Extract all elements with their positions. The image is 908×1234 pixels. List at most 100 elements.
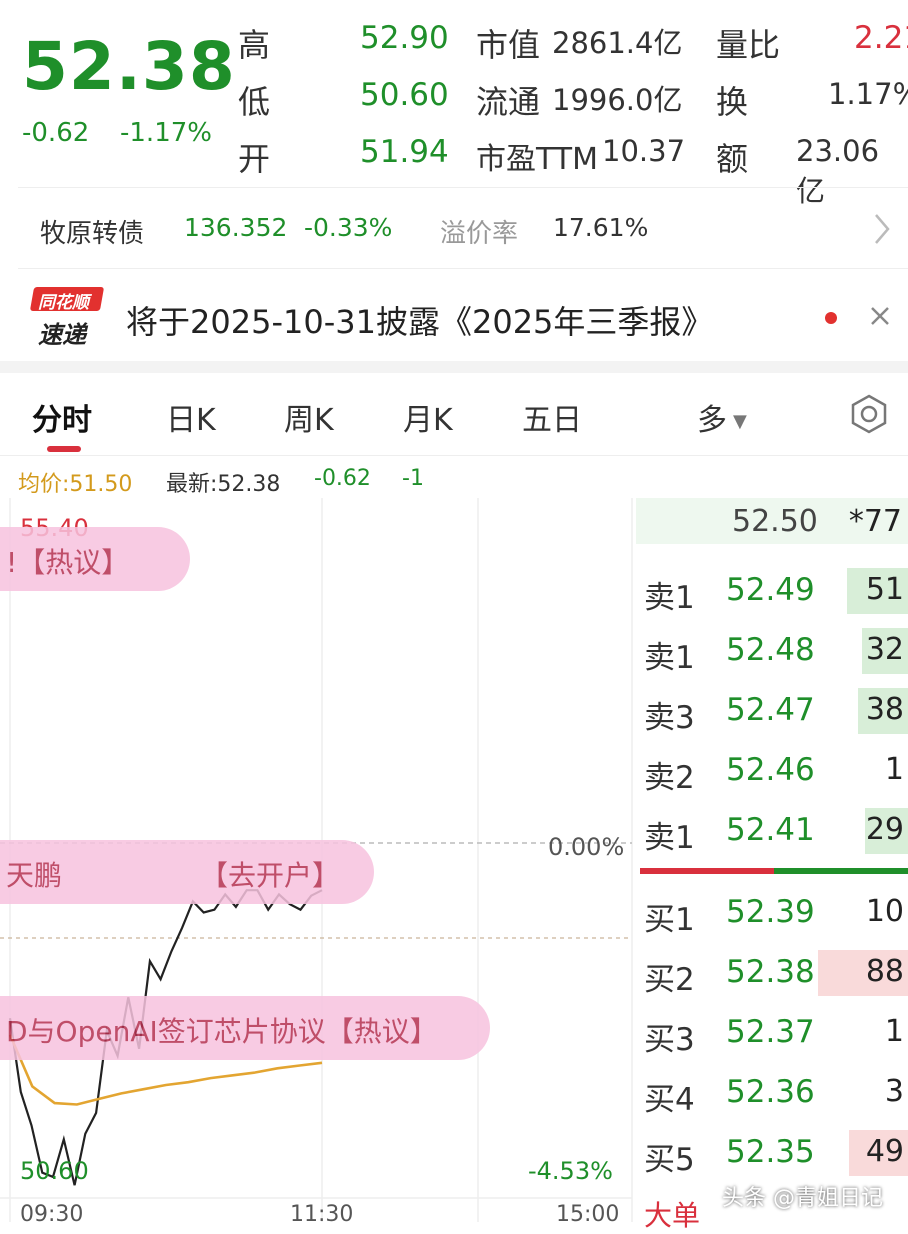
- ths-logo-icon: 同花顺 速递: [29, 287, 105, 349]
- pill-text: 天鹏: [6, 859, 63, 892]
- bid-row[interactable]: 买3 52.37 1: [636, 1010, 908, 1058]
- high-label: 高: [238, 26, 271, 64]
- ask-row[interactable]: 卖1 52.49 51: [636, 568, 908, 616]
- bid-row[interactable]: 买4 52.36 3: [636, 1070, 908, 1118]
- chart-zero-pct: 0.00%: [548, 833, 625, 861]
- order-level-label: 卖1: [644, 820, 695, 856]
- bond-change-pct: -0.33%: [304, 213, 393, 242]
- watermark: 头条 @青姐日记: [722, 1186, 883, 1211]
- time-open: 09:30: [20, 1202, 84, 1227]
- order-volume: 1: [884, 752, 904, 787]
- turnover-label: 换: [716, 83, 749, 121]
- logo-bottom-text: 速递: [38, 321, 86, 349]
- order-price: 52.37: [726, 1014, 815, 1050]
- open-label: 开: [238, 140, 271, 178]
- time-close: 15:00: [556, 1202, 620, 1227]
- high-value: 52.90: [360, 20, 449, 56]
- open-account-pill[interactable]: 天鹏 【去开户】: [0, 840, 374, 904]
- order-price: 52.41: [726, 812, 815, 848]
- order-level-label: 买5: [644, 1142, 695, 1178]
- low-label: 低: [238, 83, 271, 121]
- ask-row[interactable]: 卖2 52.46 1: [636, 748, 908, 796]
- order-level-label: 买4: [644, 1082, 695, 1118]
- bid-row[interactable]: 买2 52.38 88: [636, 950, 908, 998]
- chart-bottom-pct: -4.53%: [528, 1157, 613, 1185]
- chart-bottom-price: 50.60: [20, 1157, 89, 1185]
- ask-bid-divider-red: [640, 868, 774, 874]
- mcap-label: 市值: [476, 26, 541, 64]
- big-order-label: 大单: [644, 1199, 701, 1232]
- pill-text: !【热议】: [6, 546, 130, 579]
- premium-label: 溢价率: [440, 219, 519, 249]
- float-label: 流通: [476, 83, 541, 121]
- pill-text: D与OpenAI签订芯片协议【热议】: [6, 1015, 438, 1048]
- ask-row[interactable]: 卖3 52.47 38: [636, 688, 908, 736]
- logo-top-text: 同花顺: [38, 293, 89, 313]
- hot-topic-pill[interactable]: !【热议】: [0, 527, 190, 591]
- order-price: 52.39: [726, 894, 815, 930]
- order-level-label: 买2: [644, 962, 695, 998]
- price-change: -0.62: [22, 118, 90, 148]
- time-noon: 11:30: [290, 1202, 354, 1227]
- bid-row[interactable]: 买1 52.39 10: [636, 890, 908, 938]
- order-price: 52.48: [726, 632, 815, 668]
- float-value: 1996.0亿: [552, 83, 683, 117]
- volume-ratio-label: 量比: [716, 26, 781, 64]
- section-gap: [0, 361, 908, 373]
- bond-name: 牧原转债: [40, 219, 145, 249]
- bid-row[interactable]: 买5 52.35 49: [636, 1130, 908, 1178]
- price-change-pct: -1.17%: [120, 118, 212, 148]
- unread-dot-icon: [825, 312, 837, 324]
- turnover-value: 1.17%: [828, 77, 908, 111]
- tab-more[interactable]: 多 ▼: [697, 395, 747, 439]
- order-price: 52.35: [726, 1134, 815, 1170]
- tab-daily-k[interactable]: 日K: [166, 395, 216, 439]
- tab-five-day[interactable]: 五日: [522, 395, 582, 439]
- order-volume: 3: [884, 1074, 904, 1109]
- order-volume: 38: [865, 692, 904, 727]
- settings-icon[interactable]: [848, 393, 890, 435]
- close-icon[interactable]: [869, 305, 891, 327]
- order-volume: 29: [865, 812, 904, 847]
- top-quote-vol: *77: [848, 504, 902, 539]
- order-level-label: 买3: [644, 1022, 695, 1058]
- tab-weekly-k[interactable]: 周K: [284, 395, 334, 439]
- pill-text: 【去开户】: [200, 859, 341, 892]
- chevron-right-icon: [875, 214, 890, 244]
- order-volume: 51: [865, 572, 904, 607]
- order-price: 52.49: [726, 572, 815, 608]
- active-tab-indicator: [47, 446, 81, 452]
- low-value: 50.60: [360, 77, 449, 113]
- more-label: 多: [697, 403, 727, 438]
- hot-topic-pill[interactable]: D与OpenAI签订芯片协议【热议】: [0, 996, 490, 1060]
- avg-price-info: 均价:51.50: [18, 472, 133, 497]
- bond-row[interactable]: 牧原转债 136.352 -0.33% 溢价率 17.61%: [0, 188, 908, 268]
- pe-value: 10.37: [602, 134, 686, 168]
- order-price: 52.38: [726, 954, 815, 990]
- news-banner[interactable]: 同花顺 速递 将于2025-10-31披露《2025年三季报》: [0, 269, 908, 361]
- premium-value: 17.61%: [553, 213, 649, 242]
- order-price: 52.36: [726, 1074, 815, 1110]
- tab-monthly-k[interactable]: 月K: [403, 395, 453, 439]
- order-level-label: 卖3: [644, 700, 695, 736]
- latest-change-pct-info: -1: [402, 466, 424, 491]
- last-price: 52.38: [22, 28, 236, 105]
- tab-intraday[interactable]: 分时: [32, 395, 92, 439]
- amount-label: 额: [716, 140, 749, 178]
- order-level-label: 买1: [644, 902, 695, 938]
- order-volume: 10: [865, 894, 904, 929]
- ask-row[interactable]: 卖1 52.41 29: [636, 808, 908, 856]
- ask-bid-divider-green: [774, 868, 908, 874]
- order-price: 52.46: [726, 752, 815, 788]
- latest-price-info: 最新:52.38: [166, 472, 281, 497]
- order-level-label: 卖1: [644, 580, 695, 616]
- caret-down-icon: ▼: [733, 411, 747, 432]
- order-price: 52.47: [726, 692, 815, 728]
- bond-price: 136.352: [184, 213, 288, 242]
- latest-change-info: -0.62: [314, 466, 371, 491]
- top-quote-price: 52.50: [732, 504, 818, 539]
- divider: [0, 455, 908, 456]
- open-value: 51.94: [360, 134, 449, 170]
- ask-row[interactable]: 卖1 52.48 32: [636, 628, 908, 676]
- order-level-label: 卖1: [644, 640, 695, 676]
